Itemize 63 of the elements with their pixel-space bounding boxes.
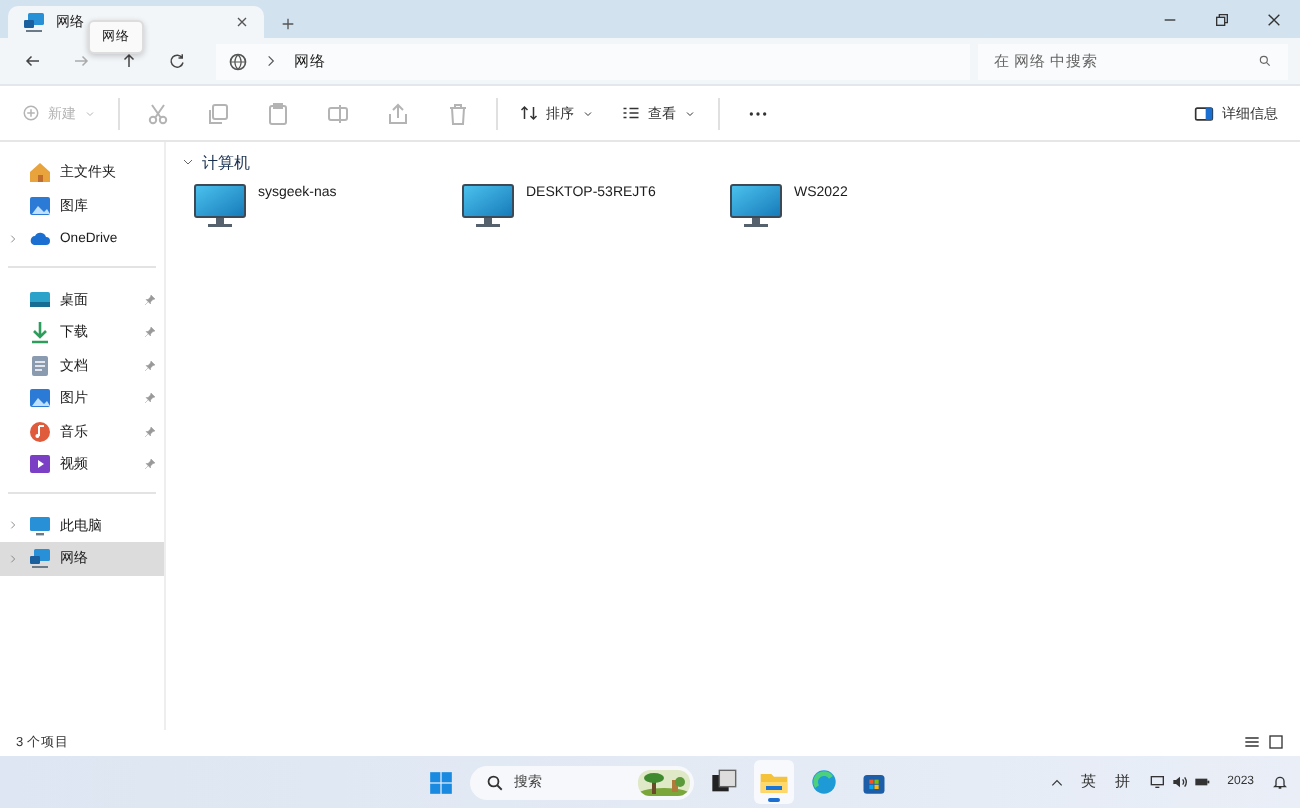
details-pane-icon [1194, 103, 1214, 123]
share-icon [386, 101, 410, 125]
search-icon [486, 773, 504, 791]
group-header[interactable]: 计算机 [182, 150, 1300, 174]
caret-down-icon [582, 107, 594, 119]
trash-icon [446, 101, 470, 125]
square-icon [1268, 734, 1284, 750]
details-view-button[interactable] [1244, 734, 1260, 750]
close-icon [1266, 11, 1282, 27]
monitor-icon [462, 184, 514, 228]
caret-down-icon [84, 107, 96, 119]
list-icon [622, 104, 640, 122]
chevron-up-icon [1049, 775, 1064, 789]
restore-icon [1214, 11, 1230, 27]
chevron-down-icon [182, 156, 194, 168]
sort-icon [520, 104, 538, 122]
plus-circle-icon [22, 104, 40, 122]
windows-logo-icon [427, 769, 453, 795]
monitor-icon [194, 184, 246, 228]
monitor-icon [28, 513, 52, 538]
window-stack-icon [710, 768, 738, 796]
plus-icon [280, 16, 296, 32]
globe-icon [228, 51, 248, 71]
tiles-view-button[interactable] [1268, 734, 1284, 750]
close-icon [234, 14, 250, 30]
image-icon [28, 386, 52, 411]
chevron-right-icon [7, 553, 17, 564]
document-icon [28, 353, 52, 378]
music-icon [28, 419, 52, 444]
chevron-right-icon [264, 54, 278, 68]
bell-icon [1272, 774, 1288, 790]
clipboard-icon [266, 101, 290, 125]
image-icon [28, 193, 52, 218]
caret-down-icon [684, 107, 696, 119]
download-icon [28, 320, 52, 345]
pin-icon [144, 458, 156, 471]
network-icon [1149, 774, 1166, 790]
swirl-icon [810, 768, 838, 796]
forward-arrow-icon [71, 52, 89, 70]
monitor-icon [730, 184, 782, 228]
pin-icon [144, 326, 156, 339]
network-icon [28, 546, 52, 571]
list-icon [1244, 734, 1260, 750]
back-arrow-icon [23, 52, 41, 70]
pin-icon [144, 359, 156, 372]
chevron-right-icon [7, 233, 17, 244]
network-icon [22, 10, 46, 34]
search-icon [1258, 54, 1272, 68]
battery-icon [1193, 774, 1210, 790]
video-icon [28, 452, 52, 477]
volume-icon [1171, 774, 1188, 790]
chevron-right-icon [7, 520, 17, 531]
house-icon [28, 160, 52, 185]
group-title: 计算机 [202, 151, 250, 173]
rename-icon [326, 101, 350, 125]
pin-icon [144, 425, 156, 438]
pin-icon [144, 293, 156, 306]
pin-icon [144, 392, 156, 405]
refresh-icon [167, 52, 185, 70]
desktop-icon [28, 287, 52, 312]
scissors-icon [146, 101, 170, 125]
up-arrow-icon [119, 52, 137, 70]
copy-icon [206, 101, 230, 125]
